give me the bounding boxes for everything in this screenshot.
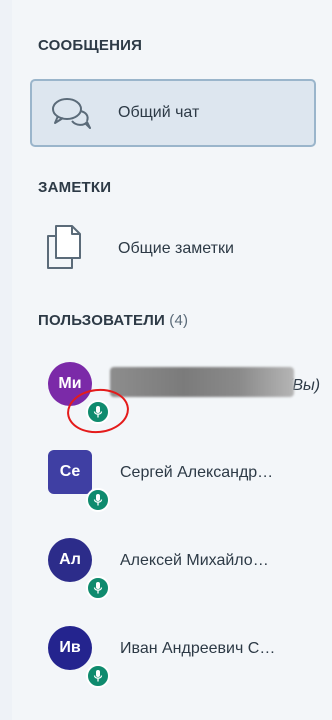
users-section-label: ПОЛЬЗОВАТЕЛИ xyxy=(38,312,165,329)
redacted-name-blur xyxy=(110,367,294,397)
user-list-page: СООБЩЕНИЯ Общий чат ЗАМЕТКИ Общие заметк… xyxy=(0,0,332,720)
shared-notes-item[interactable]: Общие заметки xyxy=(118,240,234,258)
messages-section-title: СООБЩЕНИЯ xyxy=(38,37,143,54)
user-list-item[interactable]: Ал Алексей Михайло… xyxy=(0,526,332,606)
users-section-title: ПОЛЬЗОВАТЕЛИ (4) xyxy=(38,312,188,329)
document-copy-icon xyxy=(47,225,81,269)
avatar-initials: Ив xyxy=(59,639,81,656)
user-name: Алексей Михайло… xyxy=(120,552,269,569)
public-chat-item[interactable]: Общий чат xyxy=(30,79,316,147)
notes-section-title: ЗАМЕТКИ xyxy=(38,179,112,196)
microphone-icon xyxy=(86,576,110,600)
user-name: Иван Андреевич С… xyxy=(120,640,276,657)
avatar-initials: Ал xyxy=(59,551,81,568)
avatar-initials: Се xyxy=(59,463,81,480)
microphone-icon xyxy=(86,664,110,688)
user-list-item[interactable]: Ив Иван Андреевич С… xyxy=(0,614,332,694)
user-list-item[interactable]: Се Сергей Александр… xyxy=(0,438,332,518)
public-chat-label: Общий чат xyxy=(118,104,200,121)
avatar-initials: Ми xyxy=(58,375,82,392)
avatar: Ал xyxy=(48,538,92,582)
users-count: (4) xyxy=(169,312,189,329)
avatar: Се xyxy=(48,450,92,494)
chat-bubbles-icon xyxy=(52,98,91,129)
microphone-icon xyxy=(86,488,110,512)
user-name: Сергей Александр… xyxy=(120,464,274,481)
avatar: Ив xyxy=(48,626,92,670)
